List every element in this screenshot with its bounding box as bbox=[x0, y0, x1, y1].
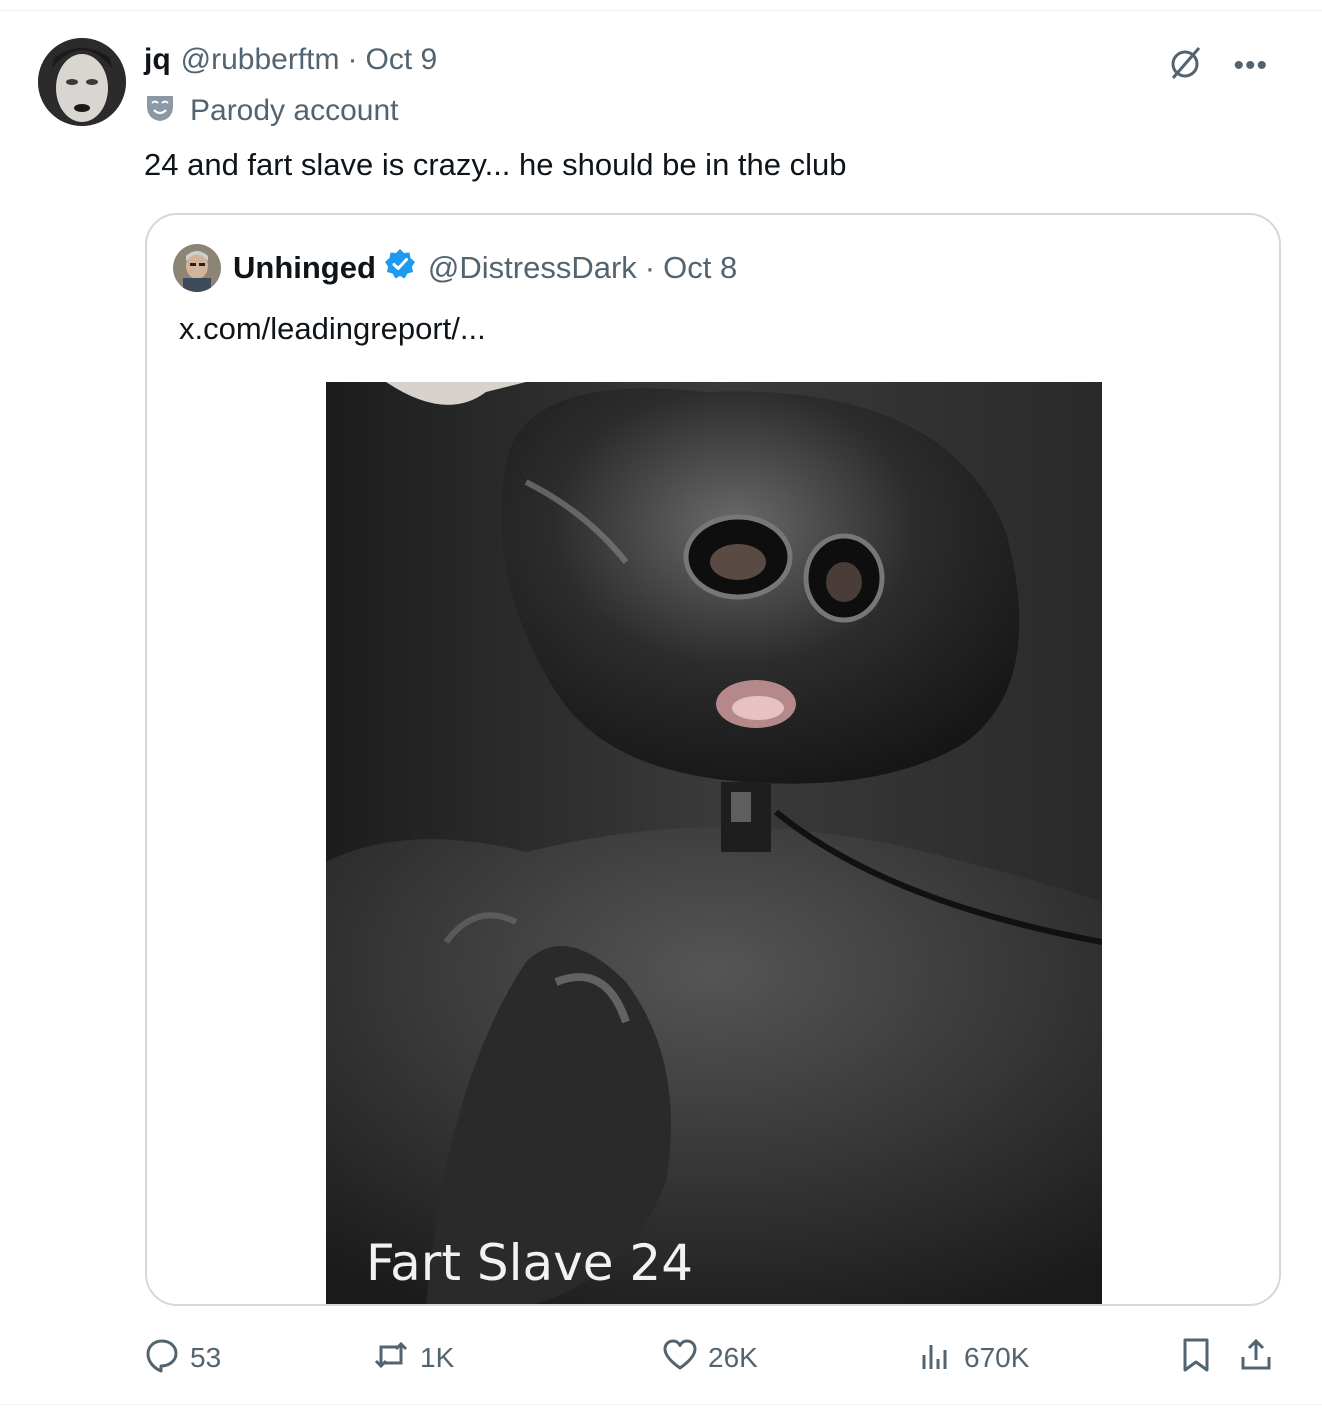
reply-button[interactable]: 53 bbox=[144, 1338, 221, 1378]
author-handle[interactable]: @rubberftm bbox=[181, 43, 340, 77]
quoted-author-handle[interactable]: @DistressDark bbox=[428, 250, 637, 286]
tweet-top-actions: ••• bbox=[1167, 44, 1268, 87]
tweet-date[interactable]: Oct 9 bbox=[366, 43, 438, 77]
repost-button[interactable]: 1K bbox=[372, 1338, 454, 1378]
quoted-author-name[interactable]: Unhinged bbox=[233, 250, 376, 286]
repost-count: 1K bbox=[420, 1342, 455, 1373]
share-button[interactable] bbox=[1238, 1338, 1284, 1378]
header-separator: · bbox=[347, 43, 358, 76]
reply-count: 53 bbox=[190, 1342, 222, 1373]
repost-icon bbox=[372, 1337, 420, 1380]
bookmark-icon bbox=[1180, 1337, 1222, 1380]
tweet-header: jq @rubberftm · Oct 9 bbox=[144, 40, 437, 80]
quoted-header-separator: · bbox=[644, 250, 656, 285]
top-divider bbox=[0, 10, 1322, 11]
grok-icon[interactable] bbox=[1167, 44, 1205, 87]
more-icon[interactable]: ••• bbox=[1233, 50, 1268, 80]
parody-label: Parody account bbox=[144, 92, 398, 130]
like-count: 26K bbox=[708, 1342, 758, 1373]
bottom-divider bbox=[0, 1404, 1322, 1405]
quoted-tweet[interactable]: Unhinged @DistressDark · Oct 8 x.com/lea… bbox=[145, 213, 1281, 1306]
quoted-author-avatar[interactable] bbox=[173, 244, 221, 292]
tweet-actions-bar: 53 1K 26K 670K bbox=[144, 1338, 1282, 1378]
share-icon bbox=[1238, 1337, 1284, 1380]
reply-icon bbox=[144, 1337, 190, 1380]
like-icon bbox=[662, 1337, 708, 1380]
views-button[interactable]: 670K bbox=[918, 1338, 1029, 1378]
bookmark-button[interactable] bbox=[1180, 1338, 1222, 1378]
tweet-text: 24 and fart slave is crazy... he should … bbox=[144, 147, 847, 182]
quoted-tweet-date[interactable]: Oct 8 bbox=[663, 250, 737, 286]
parody-label-text: Parody account bbox=[190, 94, 399, 127]
parody-mask-icon bbox=[144, 91, 190, 131]
author-name[interactable]: jq bbox=[144, 43, 171, 77]
verified-badge-icon bbox=[384, 248, 416, 288]
quoted-media-image[interactable]: Fart Slave 24 bbox=[326, 382, 1102, 1304]
author-avatar[interactable] bbox=[38, 38, 126, 126]
quoted-tweet-header: Unhinged @DistressDark · Oct 8 bbox=[173, 244, 737, 292]
like-button[interactable]: 26K bbox=[662, 1338, 758, 1378]
quoted-tweet-text[interactable]: x.com/leadingreport/... bbox=[179, 309, 486, 349]
views-count: 670K bbox=[964, 1342, 1030, 1373]
views-icon bbox=[918, 1337, 964, 1380]
media-caption: Fart Slave 24 bbox=[366, 1234, 694, 1292]
